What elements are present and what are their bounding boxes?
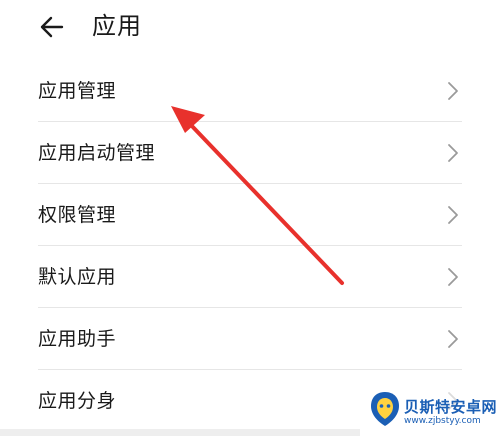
arrow-left-icon [40, 16, 64, 38]
chevron-right-icon [448, 330, 458, 348]
menu-item-label: 应用启动管理 [38, 142, 156, 164]
menu-item-label: 应用管理 [38, 80, 117, 102]
menu-item-default-apps[interactable]: 默认应用 [0, 246, 500, 308]
settings-screen: 应用 应用管理 应用启动管理 权限管理 默认应用 应用助手 应用分身 贝斯特安卓… [0, 0, 500, 436]
back-button[interactable] [34, 10, 70, 44]
watermark: 贝斯特安卓网 www.zjbstyy.com [366, 384, 500, 436]
page-title: 应用 [92, 12, 142, 40]
chevron-right-icon [448, 144, 458, 162]
menu-item-label: 应用分身 [38, 390, 117, 412]
app-header: 应用 [0, 0, 500, 60]
menu-item-label: 默认应用 [38, 266, 117, 288]
menu-item-label: 权限管理 [38, 204, 117, 226]
menu-item-label: 应用助手 [38, 328, 117, 350]
bottom-bar [0, 429, 360, 436]
watermark-logo-icon [371, 392, 399, 426]
chevron-right-icon [448, 82, 458, 100]
menu-item-app-assistant[interactable]: 应用助手 [0, 308, 500, 370]
menu-item-app-launch-management[interactable]: 应用启动管理 [0, 122, 500, 184]
menu-item-app-management[interactable]: 应用管理 [0, 60, 500, 122]
chevron-right-icon [448, 268, 458, 286]
watermark-url: www.zjbstyy.com [404, 416, 481, 426]
chevron-right-icon [448, 206, 458, 224]
watermark-name: 贝斯特安卓网 [404, 398, 498, 416]
settings-list: 应用管理 应用启动管理 权限管理 默认应用 应用助手 应用分身 [0, 60, 500, 432]
menu-item-permission-management[interactable]: 权限管理 [0, 184, 500, 246]
